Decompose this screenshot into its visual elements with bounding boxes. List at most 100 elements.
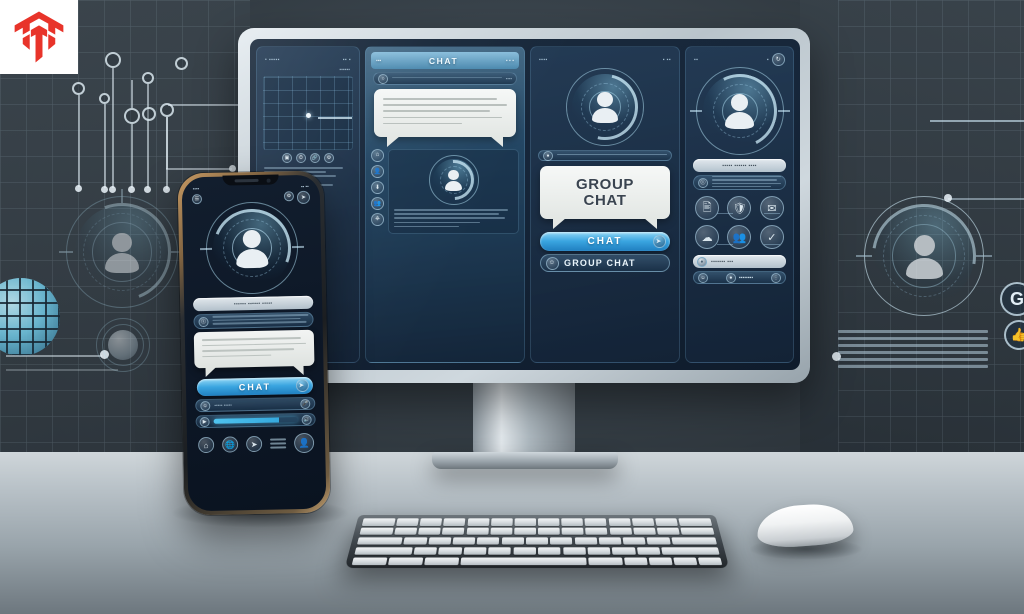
contact-name-pill[interactable]: ▪▪▪▪▪ ▪▪▪▪▪▪ ▪▪▪▪: [693, 159, 786, 172]
network-icon[interactable]: ⎈: [371, 212, 384, 226]
group-chat-header-right-glyph: ▪ ▪▪: [662, 56, 671, 63]
chat-header-left-glyph: ▪▪▪: [376, 57, 382, 64]
group-chat-button-label: GROUP CHAT: [564, 258, 636, 269]
monitor-stand-neck: [473, 383, 575, 455]
shield-icon[interactable]: 🛡: [727, 196, 752, 220]
phone-speaker: [234, 178, 259, 182]
panel-analytics-icon-row[interactable]: ▣ ⏱ 🔗 ⚙: [262, 153, 354, 163]
chart-data-point: [306, 113, 311, 118]
avatar-icon[interactable]: 👤: [293, 432, 315, 454]
phone-camera: [266, 178, 271, 183]
smartphone: ▪▪▪▪ ▪▪ ▪▪ ☰ ⚙ ➤ ▪▪▪▪▪▪ ▪▪▪▪▪▪ ▪▪▪▪▪ ⓘ C…: [177, 170, 331, 516]
phone-chat-button[interactable]: CHAT ➤: [196, 376, 314, 397]
chat-button[interactable]: CHAT ➤: [540, 232, 670, 252]
document-icon[interactable]: 🖹: [695, 196, 720, 220]
contact-status-text: ▪▪▪▪▪▪▪ ▪▪▪: [711, 258, 734, 265]
group-chat-button[interactable]: ☺ GROUP CHAT: [540, 254, 670, 273]
chat-profile-text-lines: [392, 208, 515, 228]
chat-sidebar-icons[interactable]: ⌂ 👤 ⬇ 👥 ⎈: [371, 148, 384, 234]
profile-avatar-hud: [425, 151, 482, 209]
avatar-icon: [99, 229, 145, 275]
contact-bottom-pill[interactable]: ☺ ● ▪▪▪▪▪▪▪▪ ⋮: [693, 271, 786, 284]
send-icon: ➤: [653, 235, 666, 249]
phone-chat-button-label: CHAT: [238, 381, 272, 392]
chat-header-right-glyph: ▪ ▪ ▪: [505, 57, 514, 64]
more-icon[interactable]: ⋮: [771, 272, 781, 283]
image-icon[interactable]: ▣: [282, 153, 292, 163]
contact-header-right-glyph: ▪: [766, 56, 769, 63]
volume-icon[interactable]: 🔊: [301, 414, 312, 425]
panel-contact[interactable]: ▪▪ ▪ ↻ ▪▪▪▪▪ ▪▪▪▪▪▪ ▪▪▪▪ ⓘ 🖹 🛡 ✉ ☁ 👥 ✓ ●…: [685, 46, 794, 363]
background-orb-icon: [96, 318, 150, 372]
contact-detail-block[interactable]: ⓘ: [693, 175, 786, 190]
mic-icon[interactable]: 🎤: [300, 398, 311, 409]
phone-status-right: ▪▪ ▪▪: [300, 183, 309, 189]
contact-header-left-glyph: ▪▪: [694, 56, 699, 63]
phone-progress-slider[interactable]: ▶ 🔊: [195, 412, 316, 429]
refresh-icon[interactable]: ↻: [772, 53, 785, 66]
chat-header: ▪▪▪ CHAT ▪ ▪ ▪: [371, 52, 519, 69]
phone-dock[interactable]: ⌂ 🌐 ➤ 👤: [194, 429, 318, 456]
phone-message-bubble: [193, 329, 315, 369]
chat-search-placeholder: ▪▪▪▪: [505, 76, 512, 81]
avatar-icon: [899, 231, 949, 281]
emoji-icon[interactable]: ☺: [200, 400, 211, 411]
panel-analytics-subtext: ▪▪▪▪▪▪: [339, 67, 350, 73]
scatter-chart[interactable]: [263, 76, 353, 150]
progress-track[interactable]: [213, 417, 298, 424]
menu-icon[interactable]: [270, 438, 287, 449]
home-icon[interactable]: ⌂: [371, 148, 384, 162]
panel-group-chat[interactable]: ▪▪▪▪ ▪ ▪▪ ● GROUP CHAT CHAT ➤ ☺ GROUP CH…: [530, 46, 680, 363]
avatar-icon: [442, 168, 466, 192]
play-icon[interactable]: ▶: [199, 416, 210, 427]
status-icon: ●: [543, 150, 553, 161]
group-chat-header-left-glyph: ▪▪▪▪: [539, 56, 548, 63]
phone-input-placeholder: ▪▪▪▪▪ ▪▪▪▪▪: [214, 402, 232, 408]
emoji-icon: ☺: [698, 272, 708, 283]
group-chat-header: ▪▪▪▪ ▪ ▪▪: [536, 52, 674, 67]
menu-icon[interactable]: ☰: [191, 194, 203, 205]
link-icon[interactable]: 🔗: [310, 153, 320, 163]
group-chat-bubble-line-2: CHAT: [583, 192, 627, 210]
settings-icon[interactable]: ⚙: [324, 153, 334, 163]
panel-analytics-header: • ▪▪▪▪▪ ▪▪ ▪: [262, 52, 354, 67]
phone-name-pill[interactable]: ▪▪▪▪▪▪ ▪▪▪▪▪▪ ▪▪▪▪▪: [193, 295, 314, 312]
search-icon: ○: [378, 73, 388, 84]
contact-header: ▪▪ ▪ ↻: [691, 52, 788, 67]
mail-icon[interactable]: ✉: [759, 196, 784, 220]
avatar-icon: [230, 226, 275, 271]
download-icon[interactable]: ⬇: [371, 180, 384, 194]
cloud-icon[interactable]: ☁: [695, 225, 720, 249]
users-icon[interactable]: 👥: [727, 225, 752, 249]
phone-screen: ▪▪▪▪ ▪▪ ▪▪ ☰ ⚙ ➤ ▪▪▪▪▪▪ ▪▪▪▪▪▪ ▪▪▪▪▪ ⓘ C…: [181, 174, 327, 512]
contact-status-pill[interactable]: ● ▪▪▪▪▪▪▪ ▪▪▪: [693, 255, 786, 268]
contact-action-grid[interactable]: 🖹 🛡 ✉ ☁ 👥 ✓: [691, 196, 788, 249]
phone-info-block[interactable]: ⓘ: [193, 311, 314, 330]
panel-chat[interactable]: ▪▪▪ CHAT ▪ ▪ ▪ ○ ▪▪▪▪ ⌂ 👤 ⬇ 👥 ⎈: [365, 46, 525, 363]
chart-trend-line: [318, 117, 352, 119]
send-icon[interactable]: ➤: [245, 435, 263, 453]
chat-button-label: CHAT: [587, 236, 623, 248]
wireless-keyboard[interactable]: [344, 514, 730, 569]
send-icon[interactable]: ➤: [296, 190, 311, 204]
group-icon: ☺: [546, 256, 559, 270]
phone-message-input[interactable]: ☺ ▪▪▪▪▪ ▪▪▪▪▪ 🎤: [195, 396, 316, 413]
chat-search-input[interactable]: ○ ▪▪▪▪: [373, 72, 517, 85]
info-icon: ⓘ: [198, 316, 209, 327]
shield-check-icon[interactable]: ✓: [759, 225, 784, 249]
avatar-icon: [720, 91, 760, 131]
phone-status-left: ▪▪▪▪: [192, 185, 200, 191]
chat-profile-card[interactable]: [388, 148, 519, 234]
person-icon[interactable]: 👤: [371, 164, 384, 178]
chat-title: CHAT: [428, 55, 459, 66]
home-icon[interactable]: ⌂: [197, 436, 215, 454]
status-icon: ●: [697, 256, 707, 267]
globe-icon[interactable]: 🌐: [221, 436, 239, 453]
background-avatar-hud-right: [851, 183, 997, 329]
settings-icon[interactable]: ⚙: [283, 190, 295, 201]
group-chat-status-row[interactable]: ●: [538, 150, 672, 161]
clock-icon[interactable]: ⏱: [296, 153, 306, 163]
group-icon[interactable]: 👥: [371, 196, 384, 210]
contact-bottom-text: ▪▪▪▪▪▪▪▪: [738, 274, 754, 281]
phone-avatar-hud: [200, 196, 305, 300]
